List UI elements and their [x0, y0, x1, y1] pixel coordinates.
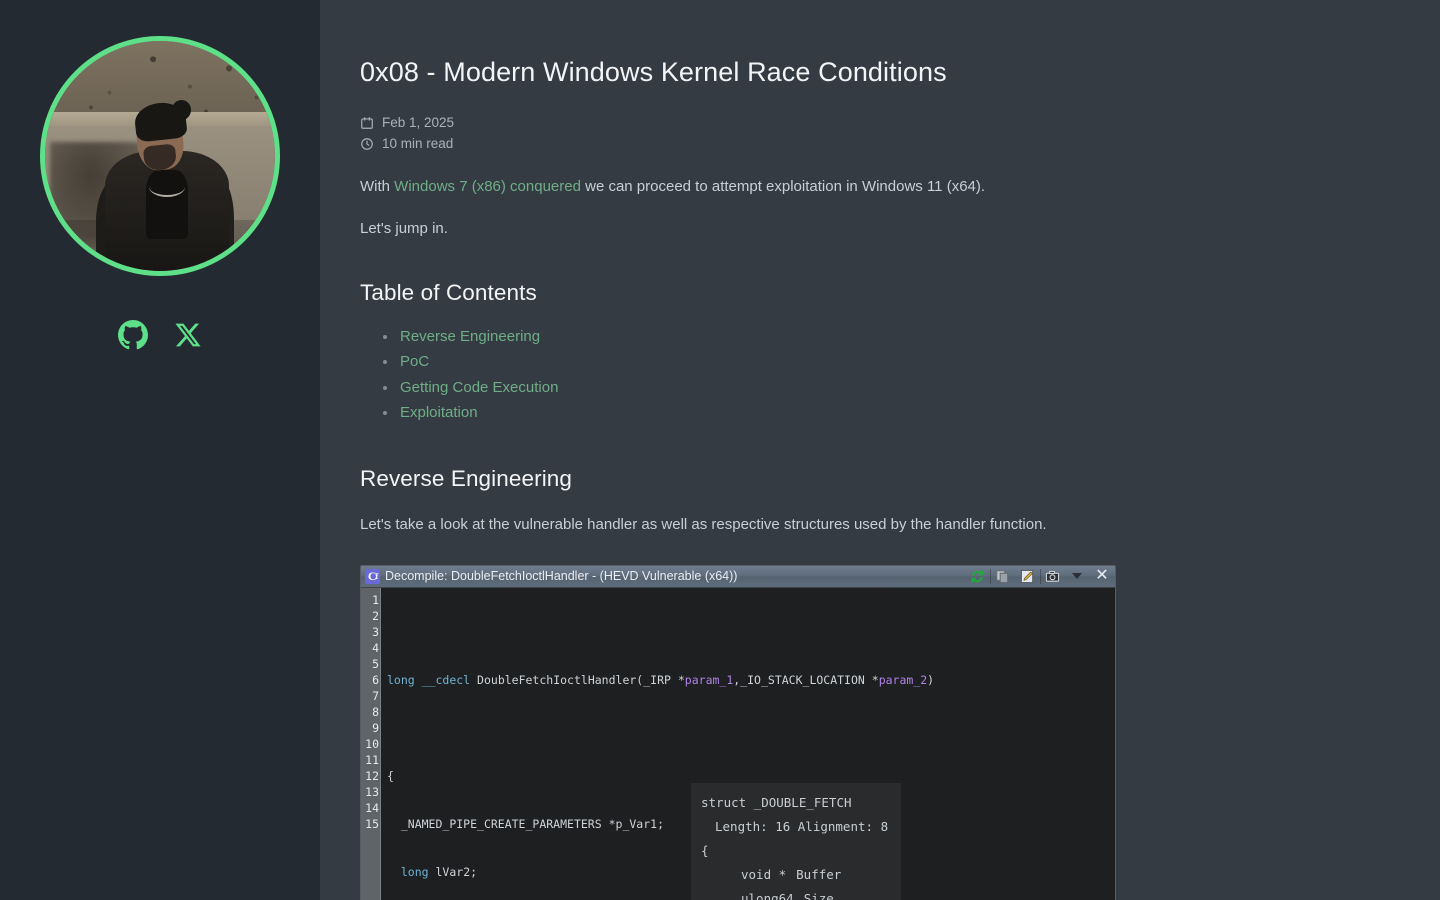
- line-number: 6: [372, 672, 379, 687]
- post-readtime: 10 min read: [360, 133, 1420, 154]
- list-item: Reverse Engineering: [383, 324, 1420, 350]
- ghidra-decompile-window: Cf Decompile: DoubleFetchIoctlHandler - …: [360, 564, 1116, 900]
- avatar: [40, 36, 280, 276]
- toc-link-exploitation[interactable]: Exploitation: [400, 404, 478, 421]
- copy-icon[interactable]: [991, 567, 1013, 586]
- section-paragraph: Let's take a look at the vulnerable hand…: [360, 515, 1047, 533]
- page-root: 0x08 - Modern Windows Kernel Race Condit…: [0, 0, 1440, 900]
- line-number: 9: [372, 720, 379, 735]
- windows7-link[interactable]: Windows 7 (x86) conquered: [394, 178, 581, 195]
- list-item: Exploitation: [383, 400, 1420, 426]
- ghidra-titlebar[interactable]: Cf Decompile: DoubleFetchIoctlHandler - …: [361, 565, 1115, 588]
- code-line-2: long __cdecl DoubleFetchIoctlHandler(_IR…: [387, 672, 935, 687]
- list-item: PoC: [383, 349, 1420, 375]
- ghidra-line-numbers: 1 2 3 4 5 6 7 8 9 10 11 12 13 14 15: [361, 587, 381, 900]
- struct-header: struct _DOUBLE_FETCH: [701, 794, 852, 810]
- intro-paragraph: With Windows 7 (x86) conquered we can pr…: [360, 176, 1420, 198]
- line-number: 12: [365, 768, 379, 783]
- avatar-photo: [45, 41, 275, 271]
- struct-meta: Length: 16 Alignment: 8: [715, 818, 889, 834]
- close-icon[interactable]: ✕: [1091, 567, 1113, 586]
- calendar-icon: [360, 115, 374, 130]
- code-line-4: {: [387, 768, 394, 783]
- page-title: 0x08 - Modern Windows Kernel Race Condit…: [360, 57, 947, 87]
- intro-suffix: we can proceed to attempt exploitation i…: [580, 177, 986, 195]
- line-number: 8: [372, 704, 379, 719]
- list-item: Getting Code Execution: [383, 375, 1420, 401]
- refresh-icon[interactable]: [966, 567, 988, 586]
- struct-tooltip-panel: struct _DOUBLE_FETCH Length: 16 Alignmen…: [691, 782, 901, 900]
- struct-field-type: void *: [741, 866, 787, 882]
- line-number: 11: [365, 752, 379, 767]
- section-heading-reverse-engineering: Reverse Engineering: [360, 465, 573, 491]
- github-link[interactable]: [118, 320, 148, 350]
- github-icon: [118, 320, 148, 350]
- line-number: 2: [372, 608, 379, 623]
- x-twitter-icon: [174, 321, 202, 349]
- struct-field: ulong64 Size: [701, 887, 891, 900]
- social-links: [118, 320, 202, 350]
- article: 0x08 - Modern Windows Kernel Race Condit…: [360, 56, 1420, 900]
- line-number: 1: [372, 592, 379, 607]
- struct-open-brace: {: [701, 842, 709, 858]
- ghidra-code-area: 1 2 3 4 5 6 7 8 9 10 11 12 13 14 15 long…: [361, 587, 1115, 900]
- chevron-down-icon[interactable]: [1066, 567, 1088, 586]
- post-date-text: Feb 1, 2025: [382, 114, 455, 130]
- intro-paragraph-2: Let's jump in.: [360, 219, 448, 237]
- struct-field-name: Size: [803, 890, 834, 900]
- snapshot-icon[interactable]: [1041, 567, 1063, 586]
- x-twitter-link[interactable]: [174, 321, 202, 349]
- ghidra-decompiler-function-icon: Cf: [365, 568, 380, 584]
- toc-link-poc[interactable]: PoC: [400, 353, 429, 370]
- table-of-contents: Reverse Engineering PoC Getting Code Exe…: [360, 324, 1420, 426]
- post-date: Feb 1, 2025: [360, 112, 1420, 133]
- line-number: 13: [365, 784, 379, 799]
- struct-field: void * Buffer: [701, 863, 891, 887]
- toc-heading: Table of Contents: [360, 279, 537, 305]
- ghidra-toolbar: ✕: [966, 567, 1113, 586]
- ghidra-window-title: Decompile: DoubleFetchIoctlHandler - (HE…: [385, 569, 738, 584]
- line-number: 3: [372, 624, 379, 639]
- main-content: 0x08 - Modern Windows Kernel Race Condit…: [320, 0, 1440, 900]
- sidebar: [0, 0, 320, 900]
- toc-link-getting-code-execution[interactable]: Getting Code Execution: [400, 379, 558, 396]
- intro-prefix: With: [360, 177, 395, 195]
- post-meta: Feb 1, 2025 10 min read: [360, 112, 1420, 154]
- line-number: 15: [365, 816, 379, 831]
- struct-field-name: Buffer: [796, 866, 842, 882]
- line-number: 4: [372, 640, 379, 655]
- line-number: 5: [372, 656, 379, 671]
- line-number: 7: [372, 688, 379, 703]
- line-number: 14: [365, 800, 379, 815]
- clock-icon: [360, 136, 374, 151]
- post-readtime-text: 10 min read: [382, 135, 454, 151]
- struct-field-type: ulong64: [741, 890, 794, 900]
- edit-icon[interactable]: [1016, 567, 1038, 586]
- toc-link-reverse-engineering[interactable]: Reverse Engineering: [400, 328, 540, 345]
- line-number: 10: [365, 736, 379, 751]
